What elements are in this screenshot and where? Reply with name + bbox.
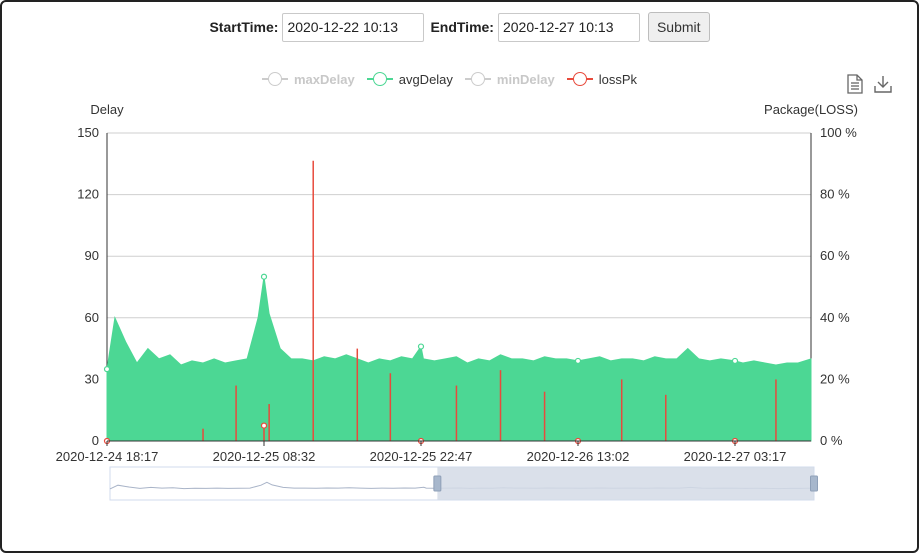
y-left-tick-label: 90 bbox=[85, 248, 99, 263]
legend-item-minDelay[interactable]: minDelay bbox=[464, 71, 555, 87]
y-right-tick-label: 80 % bbox=[820, 187, 850, 202]
legend-label: lossPk bbox=[598, 71, 638, 87]
y-left-axis-title: Delay bbox=[90, 102, 124, 117]
legend-symbol-icon bbox=[366, 72, 393, 86]
avgDelay-area bbox=[106, 276, 812, 442]
legend-label: avgDelay bbox=[398, 71, 453, 87]
download-icon[interactable] bbox=[874, 74, 892, 94]
avgDelay-point bbox=[731, 357, 739, 365]
data-zoom-start-handle[interactable] bbox=[433, 475, 442, 492]
y-left-tick-label: 0 bbox=[92, 433, 99, 448]
legend-symbol-icon bbox=[262, 72, 288, 86]
legend-symbol-icon bbox=[464, 72, 491, 86]
legend-label: maxDelay bbox=[294, 71, 355, 87]
y-left-tick-label: 150 bbox=[77, 125, 99, 140]
x-tick-label: 2020-12-27 03:17 bbox=[684, 449, 787, 464]
y-right-tick-label: 0 % bbox=[820, 433, 843, 448]
legend-label: minDelay bbox=[496, 71, 555, 87]
x-tick-label: 2020-12-25 22:47 bbox=[370, 449, 473, 464]
y-right-tick-label: 60 % bbox=[820, 248, 850, 263]
data-view-icon[interactable] bbox=[846, 74, 864, 94]
y-right-axis-title: Package(LOSS) bbox=[764, 102, 858, 117]
legend-item-avgDelay[interactable]: avgDelay bbox=[366, 71, 453, 87]
avgDelay-point bbox=[103, 366, 111, 373]
x-tick-label: 2020-12-25 08:32 bbox=[213, 449, 316, 464]
y-right-tick-label: 20 % bbox=[820, 371, 850, 386]
avgDelay-point bbox=[260, 273, 268, 280]
x-tick-label: 2020-12-26 13:02 bbox=[527, 449, 630, 464]
y-left-tick-label: 60 bbox=[85, 310, 99, 325]
data-zoom-slider[interactable] bbox=[109, 466, 818, 501]
chart-toolbox bbox=[846, 74, 892, 94]
y-right-tick-label: 100 % bbox=[820, 125, 857, 140]
x-tick-label: 2020-12-24 18:17 bbox=[56, 449, 159, 464]
y-right-tick-label: 40 % bbox=[820, 310, 850, 325]
lossPk-point bbox=[260, 422, 268, 429]
data-zoom-end-handle[interactable] bbox=[810, 475, 818, 492]
chart-legend: maxDelay avgDelay minDelay lossPk bbox=[262, 68, 649, 90]
data-zoom-selection[interactable] bbox=[437, 467, 814, 500]
legend-symbol-icon bbox=[566, 72, 593, 86]
y-left-tick-label: 30 bbox=[85, 371, 99, 386]
avgDelay-point bbox=[417, 343, 425, 350]
legend-item-lossPk[interactable]: lossPk bbox=[566, 71, 638, 87]
y-left-tick-label: 120 bbox=[77, 187, 99, 202]
avgDelay-point bbox=[574, 357, 582, 365]
legend-item-maxDelay[interactable]: maxDelay bbox=[262, 72, 355, 87]
